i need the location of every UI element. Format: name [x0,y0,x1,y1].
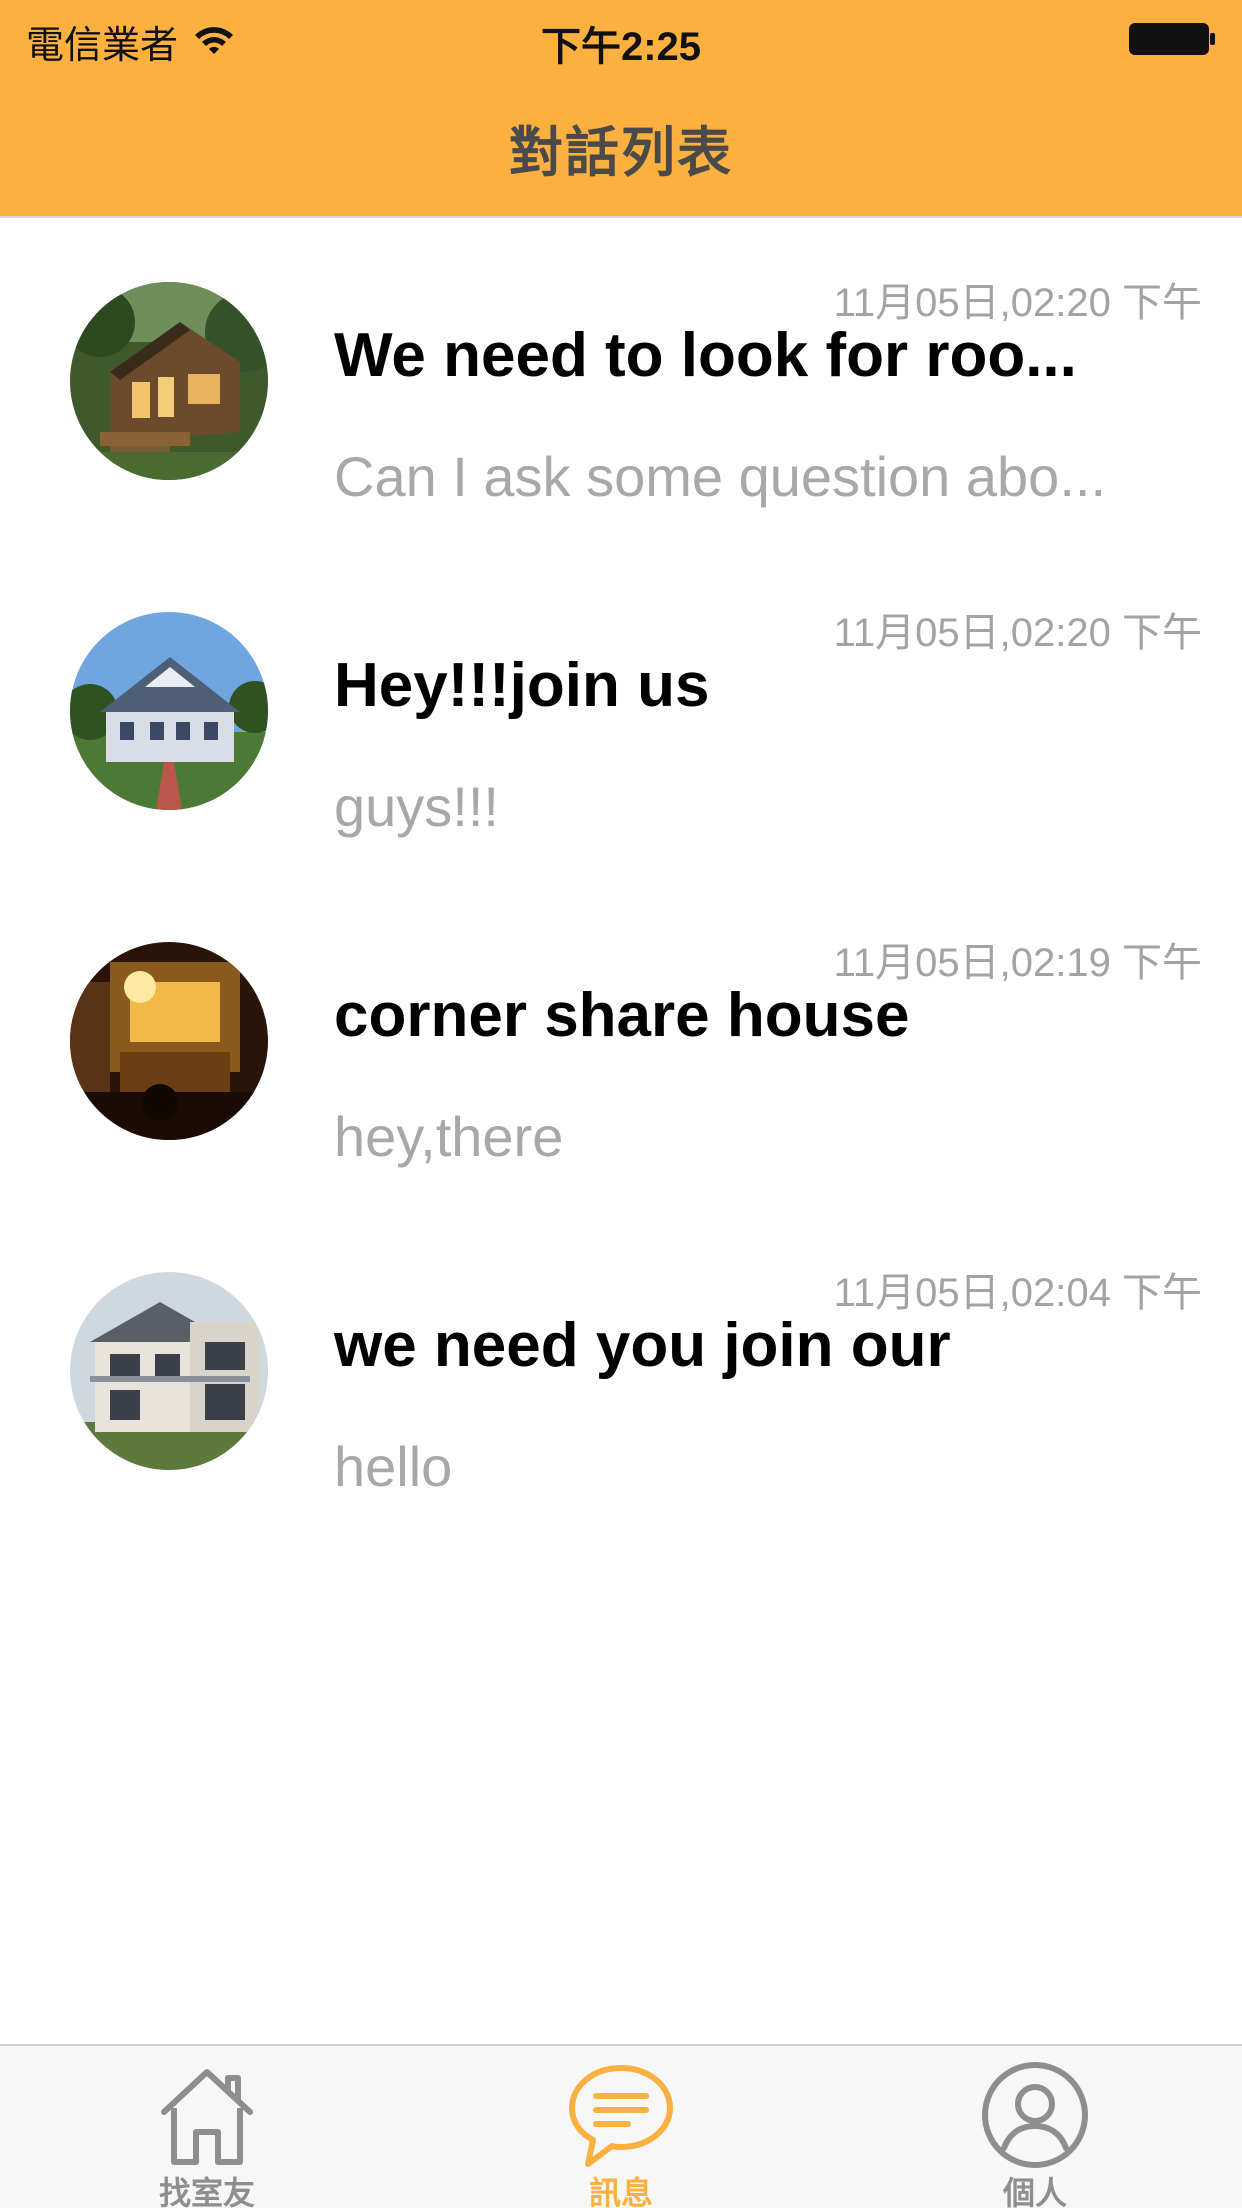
avatar [70,1272,268,1470]
battery-icon [1129,23,1215,55]
house-icon [161,2069,253,2165]
conversation-row[interactable]: 11月05日,02:04 下午 we need you join our hel… [0,1210,1242,1540]
tab-profile[interactable]: 個人 [828,2046,1242,2208]
tab-messages[interactable]: 訊息 [414,2046,828,2208]
conversation-preview: hey,there [334,1105,564,1168]
navigation-header: 電信業者 下午2:25 對話列表 [0,0,1242,218]
tab-label: 訊息 [588,2175,653,2208]
modern-house-photo [70,1272,268,1470]
blue-house-photo [70,612,268,810]
conversation-title: we need you join our [334,1311,951,1380]
conversation-row[interactable]: 11月05日,02:19 下午 corner share house hey,t… [0,880,1242,1210]
status-bar: 電信業者 下午2:25 [0,0,1242,78]
avatar [70,942,268,1140]
tab-label: 找室友 [158,2175,255,2208]
status-time: 下午2:25 [540,25,702,69]
avatar [70,282,268,480]
tiny-cabin-house-photo [70,282,268,480]
conversation-row[interactable]: 11月05日,02:20 下午 We need to look for roo.… [0,220,1242,550]
avatar [70,612,268,810]
tab-find-roommate[interactable]: 找室友 [0,2046,414,2208]
chat-bubble-icon [569,2065,673,2167]
page-title: 對話列表 [509,123,733,183]
conversation-preview: guys!!! [334,775,499,838]
conversation-preview: hello [334,1435,453,1498]
conversation-preview: Can I ask some question abo... [334,445,1106,508]
app-root: 電信業者 下午2:25 對話列表 11月05日,02:20 下午 We need… [0,0,1242,2208]
cozy-room-photo [70,942,268,1140]
conversation-row[interactable]: 11月05日,02:20 下午 Hey!!!join us guys!!! [0,550,1242,880]
tab-bar: 找室友 訊息 個人 [0,2044,1242,2208]
person-icon [982,2062,1088,2168]
conversation-title: Hey!!!join us [334,651,710,720]
conversation-title: corner share house [334,981,910,1050]
conversation-title: We need to look for roo... [334,321,1077,390]
tab-label: 個人 [1002,2175,1067,2208]
